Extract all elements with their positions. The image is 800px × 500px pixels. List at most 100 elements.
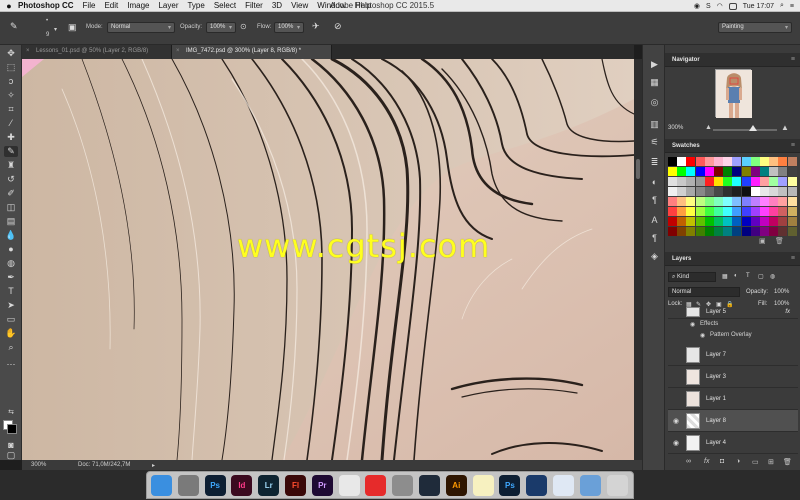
swatch-color[interactable] [760,177,769,186]
layer-row-layer-3[interactable]: Layer 3 [668,366,798,388]
opacity-input[interactable]: 100% ▾ [206,22,236,33]
swatch-color[interactable] [750,157,760,166]
dock-photoshop-2-icon[interactable]: Ps [499,475,521,496]
swatch-color[interactable] [695,157,705,166]
swatch-color[interactable] [787,227,797,236]
dock-flash-icon[interactable]: Fl [285,475,306,496]
properties-icon[interactable]: ⚟ [648,137,661,148]
swatch-color[interactable] [732,227,742,236]
swatch-color[interactable] [769,187,779,196]
swatch-color[interactable] [750,217,760,226]
swatches-panel-header[interactable]: Swatches ≡ [665,139,800,153]
swatch-color[interactable] [714,197,723,206]
swatch-color[interactable] [750,207,760,216]
swatch-color[interactable] [787,187,797,196]
layer-row-layer-7[interactable]: Layer 7 [668,344,798,366]
swatch-color[interactable] [760,207,769,216]
crop-tool-icon[interactable]: ⌗ [4,104,18,115]
menu-layer[interactable]: Layer [158,1,178,10]
workspace-select[interactable]: Painting ▾ [718,22,792,33]
close-icon[interactable]: × [176,48,180,54]
dock-photoshop-icon[interactable]: Ps [204,475,226,496]
layer-filter-kind[interactable]: ⌕ Kind [668,272,716,282]
swatch-color[interactable] [750,177,760,186]
swatch-color[interactable] [778,157,788,166]
swatch-color[interactable] [714,207,723,216]
swatch-color[interactable] [704,157,714,166]
apple-menu-icon[interactable]: ● [0,1,18,11]
swatch-color[interactable] [732,197,742,206]
swatch-color[interactable] [723,157,733,166]
swatch-color[interactable] [769,227,779,236]
pressure-size-icon[interactable]: ⊘ [334,21,342,32]
filter-smart-object-icon[interactable]: ◍ [770,273,775,280]
app-menu-photoshop[interactable]: Photoshop CC [18,1,74,10]
navigator-zoom-slider[interactable] [713,129,777,131]
swatch-color[interactable] [769,177,779,186]
swatch-color[interactable] [787,177,797,186]
new-swatch-icon[interactable]: ▣ [759,237,766,245]
menu-view[interactable]: View [291,1,308,10]
skype-icon[interactable]: S [706,3,711,10]
extra3-icon[interactable] [648,181,661,192]
delete-swatch-icon[interactable]: 🗑 [775,237,784,245]
menu-select[interactable]: Select [214,1,236,10]
swatch-color[interactable] [714,157,723,166]
canvas-vertical-scrollbar[interactable] [634,59,642,460]
zoom-in-mountain-icon[interactable]: ▲ [781,123,789,132]
zoom-level[interactable]: 300% [31,462,46,468]
scrollbar-thumb[interactable] [636,159,640,179]
panel-menu-icon[interactable]: ≡ [791,255,795,262]
dock-notes-icon[interactable] [472,475,494,496]
swatch-color[interactable] [741,157,751,166]
swatch-color[interactable] [723,217,733,226]
swatch-color[interactable] [778,197,788,206]
swatch-color[interactable] [723,227,733,236]
paragraph-icon[interactable]: ¶ [648,233,661,244]
lasso-tool-icon[interactable]: ↄ [4,76,18,87]
swatch-color[interactable] [787,207,797,216]
swatch-color[interactable] [723,207,733,216]
history-icon[interactable]: ▦ [648,77,661,88]
swatch-color[interactable] [732,177,742,186]
layer-row-layer-1[interactable]: Layer 1 [668,388,798,410]
swatch-color[interactable] [760,157,769,166]
menu-type[interactable]: Type [187,1,204,10]
swatch-color[interactable] [695,177,705,186]
swatch-color[interactable] [686,157,696,166]
filter-pixel-icon[interactable]: ▦ [722,273,728,280]
swatch-color[interactable] [769,217,779,226]
swatch-color[interactable] [750,167,760,176]
swatch-color[interactable] [668,187,677,196]
swatch-color[interactable] [677,157,687,166]
swatch-color[interactable] [677,177,687,186]
wifi-icon[interactable]: ◠ [717,2,723,10]
quick-select-tool-icon[interactable]: ✧ [4,90,18,101]
dock-launchpad-icon[interactable] [177,475,199,496]
swatch-color[interactable] [686,177,696,186]
swatch-color[interactable] [732,157,742,166]
swatch-color[interactable] [778,207,788,216]
brush-settings-icon[interactable]: ▥ [648,119,661,130]
swatch-color[interactable] [778,217,788,226]
panel-layers-icon[interactable]: ◈ [648,251,661,262]
dock-system-preferences-icon[interactable] [392,475,414,496]
swatch-color[interactable] [686,187,696,196]
brush-size[interactable]: 9 [46,32,49,38]
swatch-color[interactable] [750,187,760,196]
brush-preset-picker-icon[interactable]: • [46,18,48,24]
swatch-color[interactable] [704,197,714,206]
swatch-color[interactable] [741,177,751,186]
clone-stamp-tool-icon[interactable]: ♜ [4,160,18,171]
dock-finder-icon[interactable] [151,475,172,496]
swatch-color[interactable] [668,207,677,216]
swatch-color[interactable] [695,167,705,176]
rectangle-tool-icon[interactable]: ▭ [4,314,18,325]
mode-select[interactable]: Normal ▾ [107,22,175,33]
swatch-color[interactable] [677,187,687,196]
dock-cinema4d-icon[interactable] [419,475,440,496]
path-selection-tool-icon[interactable]: ➤ [4,300,18,311]
delete-layer-icon[interactable]: 🗑 [783,458,792,466]
link-layers-icon[interactable]: ∞ [686,458,691,465]
dock-acrobat-icon[interactable] [365,475,387,496]
